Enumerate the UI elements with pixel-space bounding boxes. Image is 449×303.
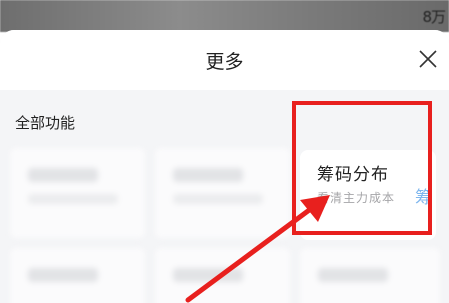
close-icon bbox=[419, 50, 437, 68]
feature-tile[interactable] bbox=[10, 248, 145, 303]
background-value: 8万 bbox=[422, 8, 446, 26]
feature-tile[interactable] bbox=[10, 148, 145, 238]
feature-tile[interactable] bbox=[300, 248, 440, 303]
background-app-strip: 8万 bbox=[0, 0, 449, 32]
annotation-highlight-box bbox=[292, 101, 432, 235]
sheet-header: 更多 bbox=[0, 30, 449, 90]
section-label-all-features: 全部功能 bbox=[15, 114, 76, 132]
feature-tile[interactable] bbox=[155, 248, 290, 303]
sheet-title: 更多 bbox=[205, 51, 244, 73]
feature-tile[interactable] bbox=[155, 148, 290, 238]
close-button[interactable] bbox=[415, 46, 441, 72]
